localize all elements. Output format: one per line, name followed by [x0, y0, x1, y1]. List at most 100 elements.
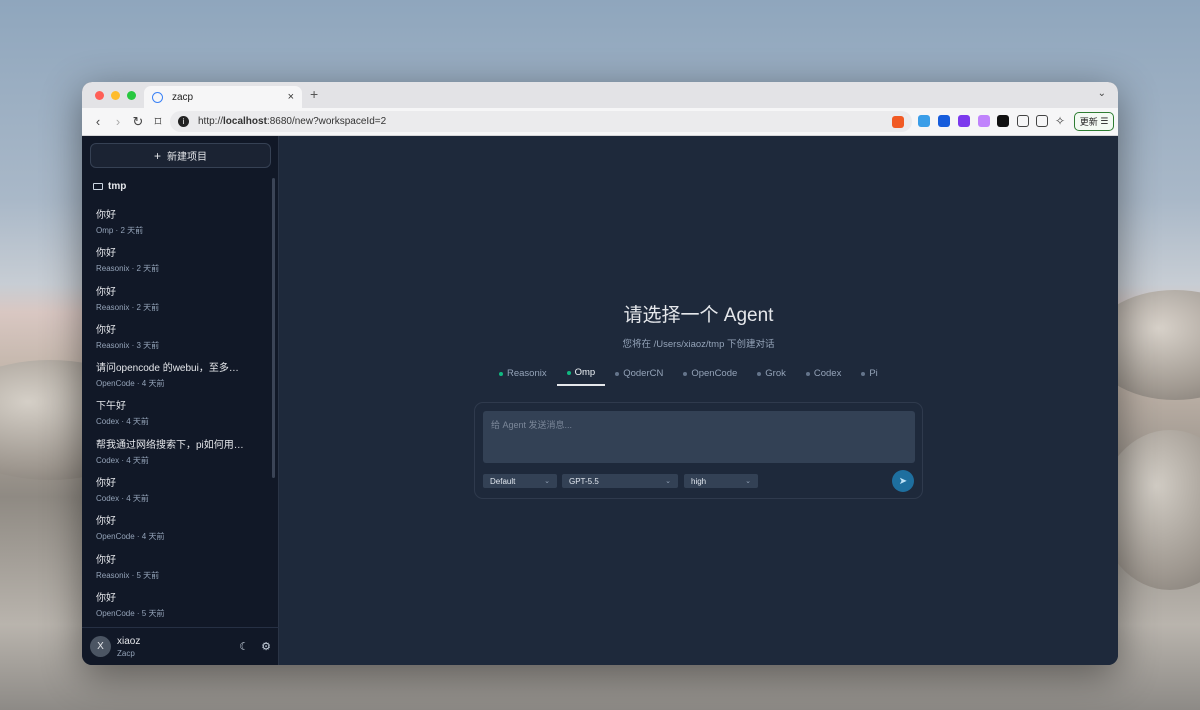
- page-subtitle: 您将在 /Users/xiaoz/tmp 下创建对话: [622, 339, 775, 350]
- forward-button[interactable]: ›: [108, 114, 128, 129]
- agent-label: Reasonix: [507, 368, 547, 379]
- zoom-window-button[interactable]: [127, 91, 136, 100]
- url-host: localhost: [223, 116, 267, 127]
- user-actions: ☾ ⚙: [239, 640, 271, 653]
- model-value: GPT-5.5: [569, 476, 599, 486]
- extension-image-icon[interactable]: [978, 115, 990, 127]
- status-dot-icon: [499, 371, 503, 376]
- avatar[interactable]: X: [90, 636, 111, 657]
- sidebar: + 新建项目 tmp 你好 Omp · 2 天前 你好 Reasonix · 2 天…: [82, 136, 279, 665]
- mode-select[interactable]: Default ⌄: [483, 474, 557, 488]
- conversation-meta: Reasonix · 5 天前: [96, 570, 160, 580]
- conversation-title: 你好: [96, 324, 116, 336]
- effort-value: high: [691, 476, 707, 486]
- project-folder[interactable]: tmp: [93, 181, 126, 192]
- browser-window: zacp × + ⌄ ‹ › ↻ ⌑ i http://localhost:86…: [82, 82, 1118, 665]
- tab-opencode[interactable]: OpenCode: [673, 367, 747, 386]
- list-item[interactable]: 你好 Reasonix · 5 天前: [82, 543, 272, 581]
- new-project-button[interactable]: + 新建项目: [90, 143, 271, 168]
- browser-toolbar: ‹ › ↻ ⌑ i http://localhost:8680/new?work…: [82, 108, 1118, 136]
- extensions-puzzle-icon[interactable]: [1017, 115, 1029, 127]
- user-name: xiaoz: [117, 635, 141, 647]
- list-item[interactable]: 帮我通过网络搜索下，pi如何用a... Codex · 4 天前: [82, 428, 272, 466]
- conversation-meta: OpenCode · 4 天前: [96, 379, 165, 389]
- tab-grok[interactable]: Grok: [747, 367, 796, 386]
- conversation-meta: Reasonix · 2 天前: [96, 264, 160, 274]
- conversation-title: 你好: [96, 554, 116, 566]
- reload-button[interactable]: ↻: [128, 114, 148, 130]
- tab-pi[interactable]: Pi: [851, 367, 887, 386]
- agent-tabs: Reasonix Omp QoderCN OpenCode Grok Codex…: [489, 367, 888, 386]
- back-button[interactable]: ‹: [88, 114, 108, 129]
- extension-bitwarden-icon[interactable]: [938, 115, 950, 127]
- site-info-icon[interactable]: i: [178, 116, 189, 127]
- status-dot-icon: [757, 371, 762, 376]
- list-item[interactable]: 你好 Omp · 2 天前: [82, 198, 272, 236]
- new-project-label: 新建项目: [167, 152, 207, 163]
- message-input[interactable]: [483, 411, 915, 463]
- list-item[interactable]: 请问opencode 的webui，至多多... OpenCode · 4 天前: [82, 351, 272, 389]
- conversation-meta: Reasonix · 2 天前: [96, 302, 160, 312]
- send-icon: ➤: [898, 475, 908, 487]
- tab-omp[interactable]: Omp: [556, 367, 606, 386]
- list-item[interactable]: 你好 OpenCode · 5 天前: [82, 581, 272, 619]
- chevron-down-icon: ⌄: [665, 478, 671, 485]
- url-path: :8680/new?workspaceId=2: [266, 116, 387, 127]
- conversation-title: 你好: [96, 478, 116, 490]
- extension-z-icon[interactable]: [918, 115, 930, 127]
- extension-game-icon[interactable]: [997, 115, 1009, 127]
- message-composer: Default ⌄ GPT-5.5 ⌄ high ⌄ ➤: [474, 402, 923, 499]
- conversation-meta: OpenCode · 4 天前: [96, 532, 165, 542]
- tab-reasonix[interactable]: Reasonix: [489, 367, 557, 386]
- tab-strip: zacp × + ⌄: [82, 82, 1118, 108]
- browser-tab[interactable]: zacp ×: [144, 86, 302, 108]
- status-dot-icon: [683, 371, 688, 376]
- agent-label: Grok: [765, 368, 786, 379]
- user-panel: X xiaoz Zacp ☾ ⚙: [82, 627, 279, 665]
- chevron-down-icon: ⌄: [745, 478, 751, 485]
- tab-title: zacp: [172, 91, 194, 103]
- conversation-title: 下午好: [96, 401, 126, 413]
- conversation-title: 帮我通过网络搜索下，pi如何用a...: [96, 439, 246, 451]
- list-item[interactable]: 下午好 Codex · 4 天前: [82, 389, 272, 427]
- list-item[interactable]: 你好 OpenCode · 4 天前: [82, 504, 272, 542]
- conversation-title: 你好: [96, 248, 116, 260]
- url-prefix: http://: [198, 116, 224, 127]
- sidebar-scrollbar[interactable]: [272, 178, 275, 478]
- new-tab-button[interactable]: +: [310, 86, 318, 102]
- conversation-meta: Codex · 4 天前: [96, 455, 149, 465]
- conversation-meta: Codex · 4 天前: [96, 494, 149, 504]
- mode-value: Default: [490, 476, 516, 486]
- model-select[interactable]: GPT-5.5 ⌄: [562, 474, 678, 488]
- gear-icon[interactable]: ⚙: [261, 640, 271, 653]
- extension-infinity-icon[interactable]: [958, 115, 970, 127]
- plus-icon: +: [153, 148, 161, 163]
- conversation-title: 你好: [96, 592, 116, 604]
- tab-list-chevron-icon[interactable]: ⌄: [1098, 88, 1106, 99]
- list-item[interactable]: 你好 Reasonix · 3 天前: [82, 313, 272, 351]
- conversation-title: 你好: [96, 516, 116, 528]
- effort-select[interactable]: high ⌄: [684, 474, 758, 488]
- site-favicon-icon: [152, 91, 163, 103]
- address-bar[interactable]: i http://localhost:8680/new?workspaceId=…: [170, 111, 912, 132]
- moon-icon[interactable]: ☾: [239, 640, 249, 653]
- status-dot-icon: [566, 370, 571, 375]
- bookmark-icon[interactable]: ⌑: [148, 114, 168, 130]
- close-window-button[interactable]: [95, 91, 104, 100]
- tab-codex[interactable]: Codex: [796, 367, 851, 386]
- list-item[interactable]: 你好 Reasonix · 2 天前: [82, 275, 272, 313]
- brave-shields-icon[interactable]: [892, 115, 904, 128]
- tab-qodercn[interactable]: QoderCN: [605, 367, 673, 386]
- minimize-window-button[interactable]: [111, 91, 120, 100]
- conversation-list: 你好 Omp · 2 天前 你好 Reasonix · 2 天前 你好 Reasoni…: [82, 198, 272, 619]
- send-button[interactable]: ➤: [892, 470, 914, 492]
- list-item[interactable]: 你好 Reasonix · 2 天前: [82, 236, 272, 274]
- chevron-down-icon: ⌄: [544, 478, 550, 485]
- update-button[interactable]: 更新 ☰: [1074, 112, 1114, 131]
- sidebar-toggle-icon[interactable]: [1036, 115, 1048, 127]
- window-controls: [95, 91, 136, 100]
- list-item[interactable]: 你好 Codex · 4 天前: [82, 466, 272, 504]
- conversation-meta: Omp · 2 天前: [96, 226, 144, 235]
- ai-sparkle-icon[interactable]: ✧: [1055, 115, 1067, 127]
- tab-close-icon[interactable]: ×: [288, 91, 294, 103]
